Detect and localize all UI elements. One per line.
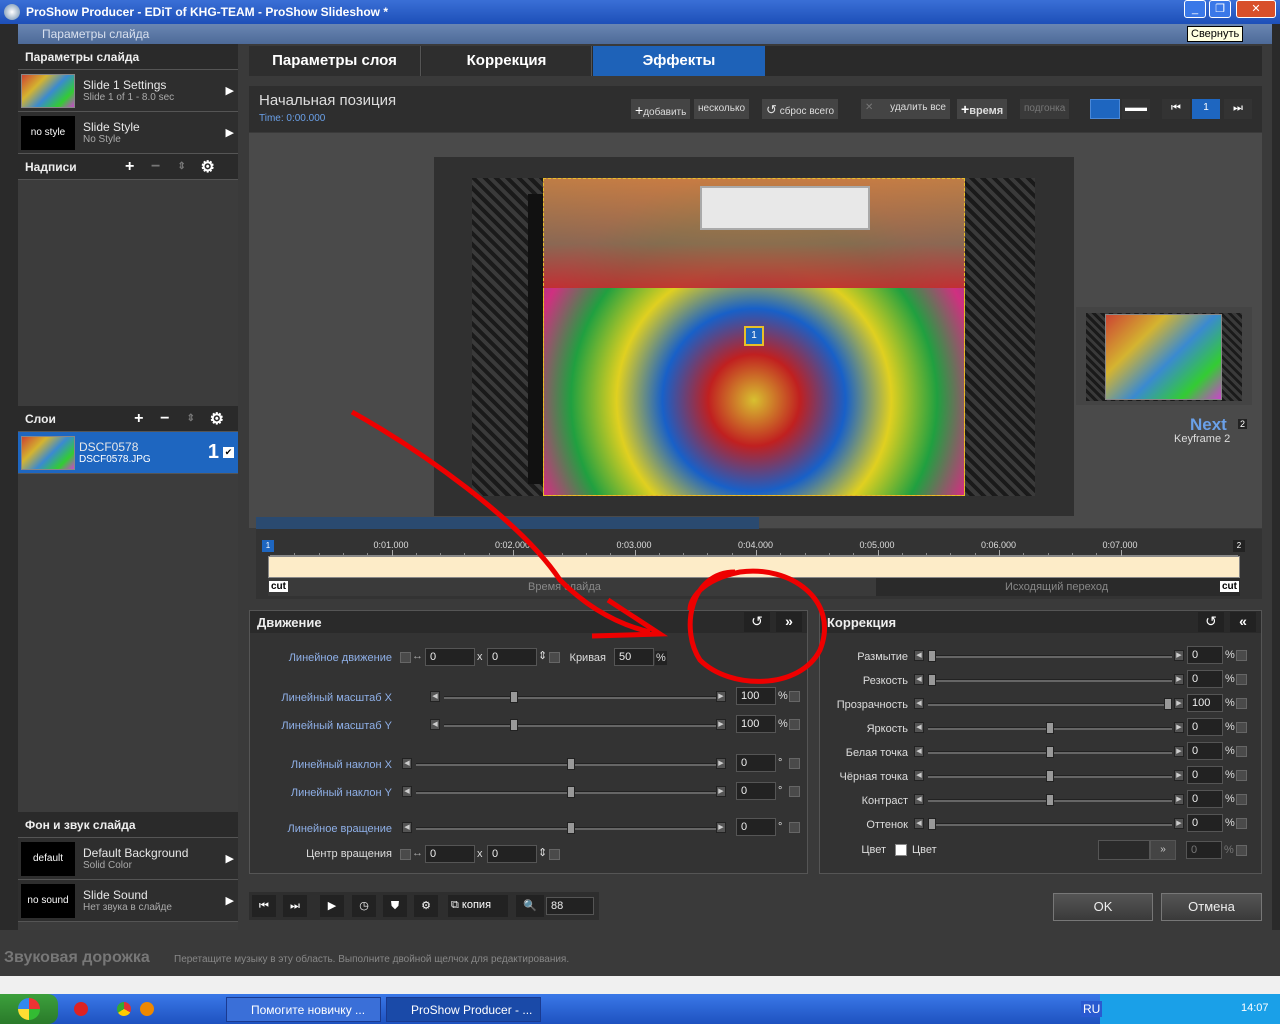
- red-annotation: [350, 409, 828, 684]
